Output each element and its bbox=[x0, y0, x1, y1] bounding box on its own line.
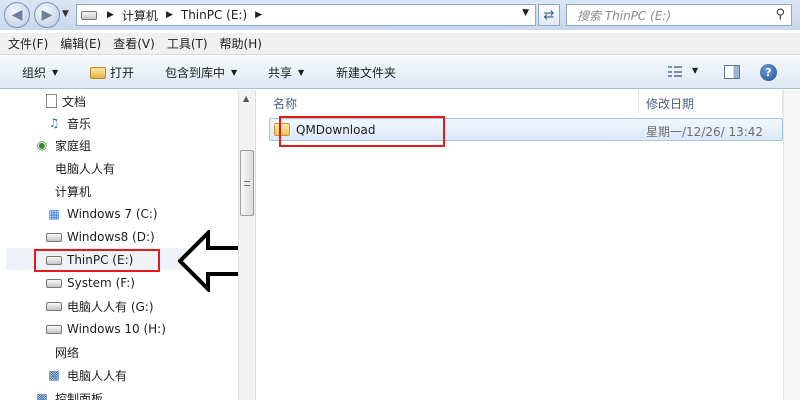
tree-item-network[interactable]: 网络 bbox=[34, 341, 79, 363]
chevron-down-icon: ▼ bbox=[231, 68, 238, 77]
tree-item-label: 电脑人人有 bbox=[55, 161, 116, 176]
tree-item-music[interactable]: ♫ 音乐 bbox=[46, 112, 91, 134]
back-button[interactable]: ◀ bbox=[4, 2, 30, 28]
new-folder-button[interactable]: 新建文件夹 bbox=[336, 64, 396, 81]
tree-item-control-panel[interactable]: ▩ 控制面板 bbox=[34, 387, 103, 400]
tree-item-homegroup[interactable]: ◉ 家庭组 bbox=[34, 134, 91, 156]
tree-item-drive-d[interactable]: Windows8 (D:) bbox=[46, 226, 155, 248]
tree-item-user[interactable]: 电脑人人有 bbox=[34, 157, 115, 179]
back-arrow-icon: ◀ bbox=[11, 7, 23, 23]
column-header-row: 名称 修改日期 bbox=[257, 90, 800, 114]
chevron-right-icon[interactable]: ▶ bbox=[107, 10, 114, 20]
tree-item-label: 控制面板 bbox=[55, 391, 104, 400]
menu-bar: 文件(F) 编辑(E) 查看(V) 工具(T) 帮助(H) bbox=[0, 33, 800, 55]
organize-label: 组织 bbox=[22, 66, 47, 80]
search-icon[interactable]: ⚲ bbox=[775, 7, 785, 22]
organize-button[interactable]: 组织 ▼ bbox=[22, 64, 58, 81]
tree-item-drive-g[interactable]: 电脑人人有 (G:) bbox=[46, 295, 154, 317]
drive-icon bbox=[46, 278, 62, 288]
tree-item-label: 电脑人人有 (G:) bbox=[67, 299, 154, 314]
share-button[interactable]: 共享 ▼ bbox=[268, 64, 304, 81]
chevron-right-icon[interactable]: ▶ bbox=[166, 10, 173, 20]
scroll-up-icon[interactable]: ▲ bbox=[243, 94, 249, 103]
tree-item-label: Windows8 (D:) bbox=[67, 230, 155, 244]
tree-item-label: System (F:) bbox=[67, 276, 135, 290]
chevron-down-icon: ▼ bbox=[52, 68, 59, 77]
tree-scrollbar[interactable]: ▲ bbox=[238, 90, 255, 400]
grip-icon bbox=[244, 181, 250, 186]
address-box[interactable]: ▶ 计算机 ▶ ThinPC (E:) ▶ ▼ bbox=[76, 4, 536, 26]
forward-button[interactable]: ▶ bbox=[34, 2, 60, 28]
menu-file[interactable]: 文件(F) bbox=[8, 35, 48, 52]
scrollbar-thumb[interactable] bbox=[240, 150, 254, 216]
navigation-pane: 文档 ♫ 音乐 ◉ 家庭组 电脑人人有 计算机 ▦ Windows 7 (C:) Wi… bbox=[0, 90, 256, 400]
include-in-library-button[interactable]: 包含到库中 ▼ bbox=[165, 64, 237, 81]
breadcrumb-computer[interactable]: 计算机 bbox=[122, 7, 158, 24]
include-in-library-label: 包含到库中 bbox=[165, 66, 226, 80]
chevron-down-icon: ▼ bbox=[298, 68, 305, 77]
drive-icon bbox=[46, 232, 62, 242]
column-divider[interactable] bbox=[638, 90, 639, 114]
recent-pages-dropdown[interactable]: ▼ bbox=[62, 9, 69, 19]
tree-item-label: Windows 7 (C:) bbox=[67, 207, 158, 221]
refresh-icon: ⇄ bbox=[543, 7, 555, 23]
document-icon bbox=[46, 94, 57, 108]
view-options-icon[interactable] bbox=[668, 66, 682, 78]
drive-icon bbox=[81, 10, 97, 20]
forward-arrow-icon: ▶ bbox=[41, 7, 53, 23]
red-highlight-box bbox=[34, 249, 160, 272]
file-list-pane: 名称 修改日期 QMDownload 星期一/12/26/ 13:42 bbox=[257, 90, 800, 400]
file-list-scrollbar[interactable] bbox=[783, 90, 800, 400]
drive-icon bbox=[46, 324, 62, 334]
red-highlight-box bbox=[279, 116, 445, 147]
music-icon: ♫ bbox=[48, 116, 60, 130]
tree-item-label: 家庭组 bbox=[55, 138, 92, 153]
open-label: 打开 bbox=[110, 66, 135, 80]
tree-item-label: 电脑人人有 bbox=[67, 368, 128, 383]
new-folder-label: 新建文件夹 bbox=[336, 66, 397, 80]
menu-view[interactable]: 查看(V) bbox=[113, 35, 155, 52]
preview-pane-icon[interactable] bbox=[724, 65, 740, 79]
column-header-name[interactable]: 名称 bbox=[273, 95, 297, 112]
tree-item-drive-c[interactable]: ▦ Windows 7 (C:) bbox=[46, 203, 158, 225]
menu-edit[interactable]: 编辑(E) bbox=[60, 35, 101, 52]
address-dropdown-icon[interactable]: ▼ bbox=[522, 8, 529, 18]
help-icon[interactable]: ? bbox=[760, 64, 777, 81]
tree-item-label: Windows 10 (H:) bbox=[67, 322, 166, 336]
network-computer-icon: ▩ bbox=[48, 368, 60, 382]
chevron-down-icon[interactable]: ▼ bbox=[692, 66, 698, 75]
tree-item-drive-h[interactable]: Windows 10 (H:) bbox=[46, 318, 166, 340]
open-button[interactable]: 打开 bbox=[90, 64, 134, 81]
control-panel-icon: ▩ bbox=[36, 391, 48, 400]
search-input[interactable]: 搜索 ThinPC (E:) ⚲ bbox=[566, 4, 792, 26]
menu-tools[interactable]: 工具(T) bbox=[167, 35, 208, 52]
breadcrumb-thinpc[interactable]: ThinPC (E:) bbox=[181, 8, 247, 22]
open-folder-icon bbox=[90, 66, 106, 79]
address-bar-row: ◀ ▶ ▼ ▶ 计算机 ▶ ThinPC (E:) ▶ ▼ ⇄ 搜索 ThinP… bbox=[0, 0, 800, 30]
refresh-button[interactable]: ⇄ bbox=[538, 4, 560, 26]
tree-item-label: 音乐 bbox=[67, 116, 92, 131]
tree-item-documents[interactable]: 文档 bbox=[46, 90, 86, 112]
tree-item-network-computer[interactable]: ▩ 电脑人人有 bbox=[46, 364, 127, 386]
user-icon bbox=[34, 161, 50, 175]
tree-item-drive-f[interactable]: System (F:) bbox=[46, 272, 135, 294]
tree-item-label: 文档 bbox=[62, 94, 87, 109]
chevron-right-icon[interactable]: ▶ bbox=[255, 10, 262, 20]
drive-icon bbox=[46, 301, 62, 311]
menu-help[interactable]: 帮助(H) bbox=[220, 35, 262, 52]
command-toolbar: 组织 ▼ 打开 包含到库中 ▼ 共享 ▼ 新建文件夹 ▼ ? bbox=[0, 56, 800, 89]
homegroup-icon: ◉ bbox=[36, 138, 48, 152]
left-arrow-annotation bbox=[178, 230, 243, 292]
computer-icon bbox=[34, 184, 50, 198]
search-placeholder: 搜索 ThinPC (E:) bbox=[577, 8, 672, 23]
file-modified-date: 星期一/12/26/ 13:42 bbox=[646, 125, 764, 139]
system-drive-icon: ▦ bbox=[48, 207, 60, 221]
network-icon bbox=[34, 345, 50, 359]
tree-item-computer[interactable]: 计算机 bbox=[34, 180, 91, 202]
tree-item-label: 计算机 bbox=[55, 184, 92, 199]
column-header-modified[interactable]: 修改日期 bbox=[646, 95, 694, 112]
share-label: 共享 bbox=[268, 66, 293, 80]
tree-item-label: 网络 bbox=[55, 345, 80, 360]
